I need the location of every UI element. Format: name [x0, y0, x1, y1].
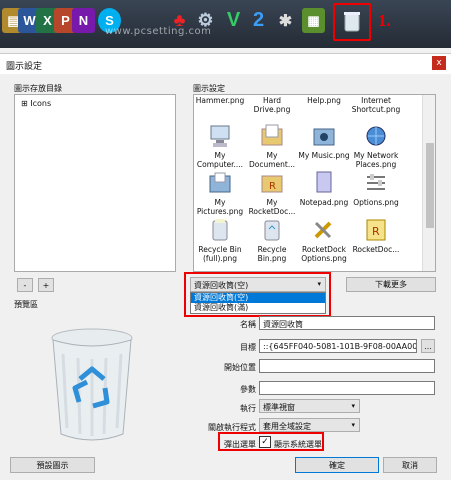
download-more-button[interactable]: 下載更多	[346, 277, 436, 292]
rocketdock-folder-icon: R	[260, 170, 284, 196]
step-label: 1.	[378, 11, 391, 30]
icon-cell-label[interactable]: Hammer.png	[194, 96, 246, 105]
icon-cell[interactable]: My Document...	[246, 123, 298, 169]
icon-cell[interactable]: RocketDock Options.png	[298, 217, 350, 263]
title-bar: 圖示設定 x	[0, 54, 451, 74]
add-folder-button[interactable]: +	[38, 278, 54, 292]
window-title: 圖示設定	[6, 62, 43, 72]
expand-icon[interactable]: ⊞	[21, 99, 28, 108]
recycle-bin-highlight-box	[333, 3, 371, 41]
target-label: 目標	[240, 343, 256, 352]
icon-folder-group-label: 圖示存放目錄	[14, 84, 62, 93]
minecraft-icon[interactable]: ▦	[302, 8, 325, 33]
blue-app-icon[interactable]: 2	[247, 8, 270, 33]
icon-cell-label[interactable]: Hard Drive.png	[246, 96, 298, 114]
network-globe-icon	[364, 123, 388, 149]
dropdown-highlight-box	[184, 272, 331, 317]
icon-grid-panel: Hammer.png Hard Drive.png Help.png Inter…	[193, 94, 436, 272]
icon-cell-label: My Computer....	[196, 151, 244, 169]
start-location-field[interactable]	[259, 359, 435, 373]
run-mode-dropdown[interactable]: 標準視窗 ▾	[259, 399, 360, 413]
icon-cell-label: Recycle Bin.png	[257, 245, 287, 263]
scrollbar-thumb[interactable]	[426, 143, 434, 228]
icon-cell[interactable]: My Network Places.png	[350, 123, 402, 169]
icon-grid-scrollbar[interactable]	[422, 95, 435, 271]
icon-cell[interactable]: R RocketDoc...	[350, 217, 402, 254]
arguments-field[interactable]	[259, 381, 435, 395]
icon-cell-label: RocketDoc...	[352, 245, 400, 254]
arguments-label: 參數	[240, 385, 256, 394]
icon-cell[interactable]: R My RocketDoc...	[246, 170, 298, 216]
name-label: 名稱	[240, 320, 256, 329]
icon-cell-label[interactable]: Help.png	[298, 96, 350, 105]
svg-text:R: R	[269, 181, 276, 192]
icon-cell-label: Notepad.png	[299, 198, 349, 207]
tree-item-label: Icons	[30, 99, 52, 108]
icon-cell-label: Options.png	[353, 198, 399, 207]
icon-cell[interactable]: My Music.png	[298, 123, 350, 160]
icon-cell-label: My RocketDoc...	[248, 198, 296, 216]
notepad-icon	[312, 170, 336, 196]
pictures-folder-icon	[208, 170, 232, 196]
icon-cell-label: Recycle Bin (full).png	[198, 245, 242, 263]
default-icon-button[interactable]: 預設圖示	[10, 457, 95, 473]
icon-cell[interactable]: Options.png	[350, 170, 402, 207]
onenote-icon[interactable]: N	[72, 8, 95, 33]
character-app-icon[interactable]: ✱	[274, 8, 297, 33]
recycle-bin-empty-icon	[260, 217, 284, 243]
browse-button[interactable]: ...	[421, 339, 435, 353]
icon-cell-label: RocketDock Options.png	[301, 245, 347, 263]
icon-cell[interactable]: Recycle Bin.png	[246, 217, 298, 263]
run-label: 執行	[240, 404, 256, 413]
recycle-bin-full-icon	[208, 217, 232, 243]
run-mode-value: 標準視窗	[263, 403, 295, 412]
recycle-bin-preview	[45, 324, 140, 444]
icon-cell[interactable]: My Pictures.png	[194, 170, 246, 216]
icon-settings-group-label: 圖示設定	[193, 84, 225, 93]
documents-folder-icon	[260, 123, 284, 149]
chevron-down-icon: ▾	[351, 402, 355, 410]
popup-menu-highlight-box	[218, 432, 324, 451]
icon-cell-label: My Network Places.png	[353, 151, 399, 169]
close-behavior-dropdown[interactable]: 套用全域設定 ▾	[259, 418, 360, 432]
watermark: www.pcsetting.com	[105, 26, 212, 37]
cancel-button[interactable]: 取消	[383, 457, 437, 473]
icon-folder-tree: ⊞ Icons	[14, 94, 176, 272]
options-sliders-icon	[364, 170, 388, 196]
icon-cell[interactable]: Notepad.png	[298, 170, 350, 207]
icon-cell-label: My Document...	[248, 151, 295, 169]
v-app-icon[interactable]: V	[222, 8, 245, 33]
name-field[interactable]: 資源回收筒	[259, 316, 435, 330]
rocketdock-icon: R	[364, 217, 388, 243]
remove-folder-button[interactable]: -	[17, 278, 33, 292]
icon-cell-label: My Music.png	[298, 151, 350, 160]
icon-cell[interactable]: My Computer....	[194, 123, 246, 169]
tree-item-icons[interactable]: ⊞ Icons	[21, 99, 51, 108]
start-location-label: 開始位置	[224, 363, 256, 372]
icon-cell-label: My Pictures.png	[196, 198, 244, 216]
preview-label: 預覽區	[14, 300, 38, 309]
tools-icon	[312, 217, 336, 243]
icon-cell[interactable]: Recycle Bin (full).png	[194, 217, 246, 263]
close-behavior-value: 套用全域設定	[263, 422, 311, 431]
computer-icon	[208, 123, 232, 149]
close-button[interactable]: x	[432, 56, 446, 70]
icon-cell-label[interactable]: Internet Shortcut.png	[350, 96, 402, 114]
ok-button[interactable]: 確定	[295, 457, 379, 473]
chevron-down-icon: ▾	[351, 421, 355, 429]
svg-text:R: R	[372, 225, 380, 238]
icon-settings-window: 圖示設定 x 圖示存放目錄 ⊞ Icons - + 圖示設定 Hammer.pn…	[0, 53, 451, 480]
target-field[interactable]: ::{645FF040-5081-101B-9F08-00AA002F954	[259, 339, 417, 353]
music-folder-icon	[312, 123, 336, 149]
rocketdock-bar: ▤ W X P N S ♣ ⚙ V 2 ✱ ▦ www.pcsetting.co…	[0, 0, 451, 48]
